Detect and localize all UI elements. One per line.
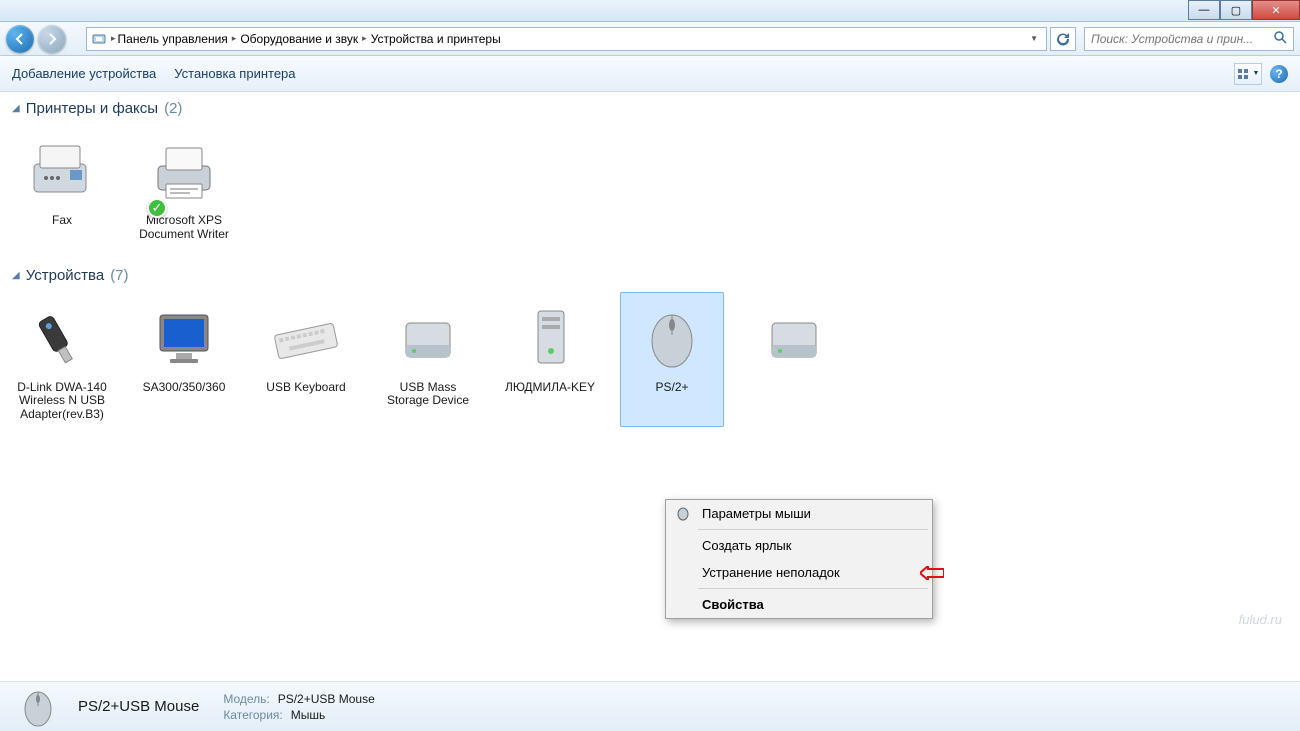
external-drive-icon [388, 297, 468, 377]
model-value: PS/2+USB Mouse [278, 692, 375, 706]
category-label: Категория: [223, 708, 282, 722]
annotation-arrow-icon [920, 566, 944, 580]
view-icon [1237, 68, 1251, 80]
device-monitor[interactable]: SA300/350/360 [132, 292, 236, 427]
maximize-button[interactable]: ▢ [1220, 0, 1252, 20]
details-pane: PS/2+USB Mouse Модель: PS/2+USB Mouse Кат… [0, 682, 1300, 731]
close-button[interactable]: ✕ [1252, 0, 1300, 20]
context-menu: Параметры мыши Создать ярлык Устранение … [665, 499, 933, 619]
menu-create-shortcut[interactable]: Создать ярлык [666, 532, 932, 559]
command-bar: Добавление устройства Установка принтера… [0, 56, 1300, 92]
model-label: Модель: [223, 692, 269, 706]
group-count: (7) [110, 267, 128, 284]
device-label: ЛЮДМИЛА-KEY [505, 381, 595, 395]
forward-button[interactable] [38, 25, 66, 53]
usb-adapter-icon [22, 297, 102, 377]
group-name: Устройства [26, 267, 104, 284]
view-options-button[interactable]: ▼ [1234, 63, 1262, 85]
watermark: fulud.ru [1239, 612, 1282, 627]
window-titlebar: — ▢ ✕ [0, 0, 1300, 22]
breadcrumb[interactable]: ▸ Панель управления ▸ Оборудование и зву… [86, 27, 1047, 51]
collapse-icon: ◢ [12, 103, 20, 114]
devices-icon [91, 31, 107, 47]
group-name: Принтеры и факсы [26, 100, 158, 117]
arrow-right-icon [45, 32, 59, 46]
device-computer[interactable]: ЛЮДМИЛА-KEY [498, 292, 602, 427]
device-usb-storage[interactable]: USB Mass Storage Device [376, 292, 480, 427]
device-label: USB Keyboard [266, 381, 345, 395]
keyboard-icon [266, 297, 346, 377]
add-printer-button[interactable]: Установка принтера [174, 66, 295, 81]
device-label: PS/2+ [655, 381, 688, 395]
menu-separator [698, 588, 928, 589]
menu-troubleshoot[interactable]: Устранение неполадок [666, 559, 932, 586]
search-input[interactable] [1091, 32, 1274, 46]
device-label: SA300/350/360 [143, 381, 226, 395]
device-label: D-Link DWA-140 Wireless N USB Adapter(re… [15, 381, 109, 422]
menu-properties[interactable]: Свойства [666, 591, 932, 618]
device-label: Microsoft XPS Document Writer [137, 214, 231, 242]
device-label: Fax [52, 214, 72, 228]
breadcrumb-seg-3[interactable]: Устройства и принтеры [369, 32, 503, 46]
default-check-icon: ✓ [147, 198, 167, 218]
device-label: USB Mass Storage Device [381, 381, 475, 409]
device-keyboard[interactable]: USB Keyboard [254, 292, 358, 427]
device-fax[interactable]: Fax [10, 125, 114, 247]
breadcrumb-seg-1[interactable]: Панель управления ▸ [116, 32, 239, 46]
minimize-button[interactable]: — [1188, 0, 1220, 20]
mouse-icon [632, 297, 712, 377]
category-value: Мышь [291, 708, 326, 722]
collapse-icon: ◢ [12, 270, 20, 281]
add-device-button[interactable]: Добавление устройства [12, 66, 156, 81]
search-icon [1274, 31, 1287, 47]
content-area: ◢ Принтеры и факсы (2) Fax ✓ Microsoft X… [0, 92, 1300, 682]
menu-mouse-settings[interactable]: Параметры мыши [666, 500, 932, 527]
group-header-devices[interactable]: ◢ Устройства (7) [0, 259, 1300, 288]
breadcrumb-seg-2[interactable]: Оборудование и звук ▸ [238, 32, 368, 46]
back-button[interactable] [6, 25, 34, 53]
mouse-icon [12, 686, 64, 728]
group-header-printers[interactable]: ◢ Принтеры и факсы (2) [0, 92, 1300, 121]
group-count: (2) [164, 100, 182, 117]
mouse-small-icon [674, 504, 692, 522]
monitor-icon [144, 297, 224, 377]
search-box[interactable] [1084, 27, 1294, 51]
breadcrumb-dropdown[interactable]: ▼ [1026, 34, 1042, 43]
fax-icon [22, 130, 102, 210]
device-mouse[interactable]: PS/2+ [620, 292, 724, 427]
refresh-button[interactable] [1050, 27, 1076, 51]
menu-separator [698, 529, 928, 530]
help-button[interactable]: ? [1270, 65, 1288, 83]
device-drive-2[interactable] [742, 292, 846, 427]
device-xps-writer[interactable]: ✓ Microsoft XPS Document Writer [132, 125, 236, 247]
device-dlink-adapter[interactable]: D-Link DWA-140 Wireless N USB Adapter(re… [10, 292, 114, 427]
computer-tower-icon [510, 297, 590, 377]
arrow-left-icon [13, 32, 27, 46]
status-title: PS/2+USB Mouse [78, 698, 199, 715]
navigation-bar: ▸ Панель управления ▸ Оборудование и зву… [0, 22, 1300, 56]
external-drive-icon [754, 297, 834, 377]
refresh-icon [1056, 32, 1070, 46]
